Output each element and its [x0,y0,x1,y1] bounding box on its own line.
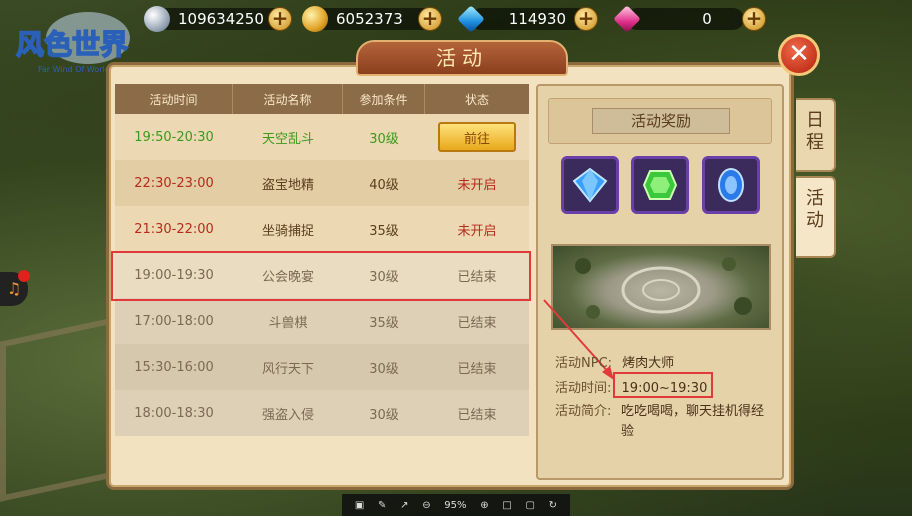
table-row[interactable]: 17:00-18:00 斗兽棋 35级 已结束 [115,298,529,344]
table-row[interactable]: 21:30-22:00 坐骑捕捉 35级 未开启 [115,206,529,252]
notification-dot [18,270,30,282]
silver-value: 109634250 [178,10,264,28]
save-icon[interactable]: ▣ [355,500,364,511]
row-status: 未开启 [457,177,497,193]
activity-table: 活动时间 活动名称 参加条件 状态 19:50-20:30 天空乱斗 30级 前… [115,84,529,440]
npc-label: 活动NPC: [555,356,613,371]
row-status: 已结束 [457,315,497,331]
header-level: 参加条件 [343,84,425,114]
row-name: 天空乱斗 [261,131,314,147]
zoom-in-icon[interactable]: ⊕ [480,500,488,511]
close-icon: ✕ [788,39,810,69]
row-name: 强盗入侵 [261,407,314,423]
zoom-level: 95% [444,499,467,511]
row-name: 风行天下 [261,361,314,377]
pointer-arrow [543,299,614,380]
row-name: 盗宝地精 [261,177,314,193]
row-time: 17:00-18:00 [134,313,214,329]
background-path [0,318,110,502]
header-time: 活动时间 [115,84,233,114]
tab-schedule-label: 日 程 [806,110,824,153]
share-icon[interactable]: ↗ [400,500,408,511]
row-level: 30级 [369,407,399,423]
time-label: 活动时间: [555,381,612,396]
row-status: 已结束 [457,361,497,377]
row-level: 30级 [369,361,399,377]
table-row[interactable]: 15:30-16:00 风行天下 30级 已结束 [115,344,529,390]
sapphire-gem-icon [718,168,744,202]
tab-schedule[interactable]: 日 程 [796,98,836,172]
reward-item-1[interactable] [561,156,619,214]
row-time: 15:30-16:00 [134,359,214,375]
panel-title: 活动 [356,40,568,76]
zoom-out-icon[interactable]: ⊖ [422,500,430,511]
row-level: 30级 [369,131,399,147]
reward-label: 活动奖励 [592,108,730,134]
table-row[interactable]: 19:50-20:30 天空乱斗 30级 前往 [115,114,529,160]
reward-item-2[interactable] [631,156,689,214]
header-name: 活动名称 [233,84,343,114]
add-gold-button[interactable]: + [418,7,442,31]
resource-pink-diamond: 0 + [613,4,766,34]
blue-gem-icon [572,167,608,203]
desc-info: 活动简介: 吃吃喝喝，聊天挂机得经验 [555,402,775,442]
row-name: 斗兽棋 [268,315,308,331]
row-level: 30级 [369,269,399,285]
desc-value: 吃吃喝喝，聊天挂机得经验 [621,404,765,439]
npc-value: 烤肉大师 [622,356,675,371]
close-button[interactable]: ✕ [778,34,820,76]
actual-size-icon[interactable]: □ [502,500,511,511]
add-pink-diamond-button[interactable]: + [742,7,766,31]
tab-activity-label: 活 动 [806,188,824,231]
rotate-icon[interactable]: ↻ [549,500,557,511]
header-status: 状态 [464,92,489,107]
row-name: 公会晚宴 [261,269,314,285]
row-status: 未开启 [457,223,497,239]
gold-coin-icon [302,6,328,32]
npc-info: 活动NPC: 烤肉大师 [555,352,674,371]
row-level: 35级 [369,223,399,239]
blue-diamond-value: 114930 [508,10,566,28]
add-blue-diamond-button[interactable]: + [574,7,598,31]
resource-blue-diamond: 114930 + [457,4,598,34]
row-time: 21:30-22:00 [134,221,214,237]
silver-coin-icon [144,6,170,32]
table-row[interactable]: 18:00-18:30 强盗入侵 30级 已结束 [115,390,529,436]
resource-gold: 6052373 + [302,4,442,34]
table-row[interactable]: 22:30-23:00 盗宝地精 40级 未开启 [115,160,529,206]
fit-icon[interactable]: ▢ [525,500,534,511]
table-row-selected[interactable]: 19:00-19:30 公会晚宴 30级 已结束 [115,252,529,298]
desc-label: 活动简介: [555,404,612,419]
logo-subtitle: Far Wind Of World [38,65,110,74]
viewer-toolbar: ▣ ✎ ↗ ⊖ 95% ⊕ □ ▢ ↻ [342,494,570,516]
reward-item-3[interactable] [702,156,760,214]
logo-text: 风色世界 [16,28,128,61]
add-silver-button[interactable]: + [268,7,292,31]
row-time: 22:30-23:00 [134,175,214,191]
tab-activity[interactable]: 活 动 [796,176,836,258]
time-highlight-box [613,372,713,398]
resource-bar: 109634250 + 6052373 + 114930 + 0 + [140,4,766,34]
pink-diamond-value: 0 [702,10,712,28]
row-level: 35级 [369,315,399,331]
gold-value: 6052373 [336,10,403,28]
row-status: 已结束 [457,269,497,285]
row-time: 19:00-19:30 [134,267,214,283]
row-name: 坐骑捕捉 [261,223,314,239]
row-time: 19:50-20:30 [134,129,214,145]
row-time: 18:00-18:30 [134,405,214,421]
go-button[interactable]: 前往 [438,122,516,152]
green-gem-icon [642,170,678,200]
speaker-icon: ♫ [6,279,22,298]
row-level: 40级 [369,177,399,193]
resource-silver: 109634250 + [144,4,292,34]
row-status: 已结束 [457,407,497,423]
table-header: 活动时间 活动名称 参加条件 状态 [115,84,529,114]
edit-icon[interactable]: ✎ [378,500,386,511]
